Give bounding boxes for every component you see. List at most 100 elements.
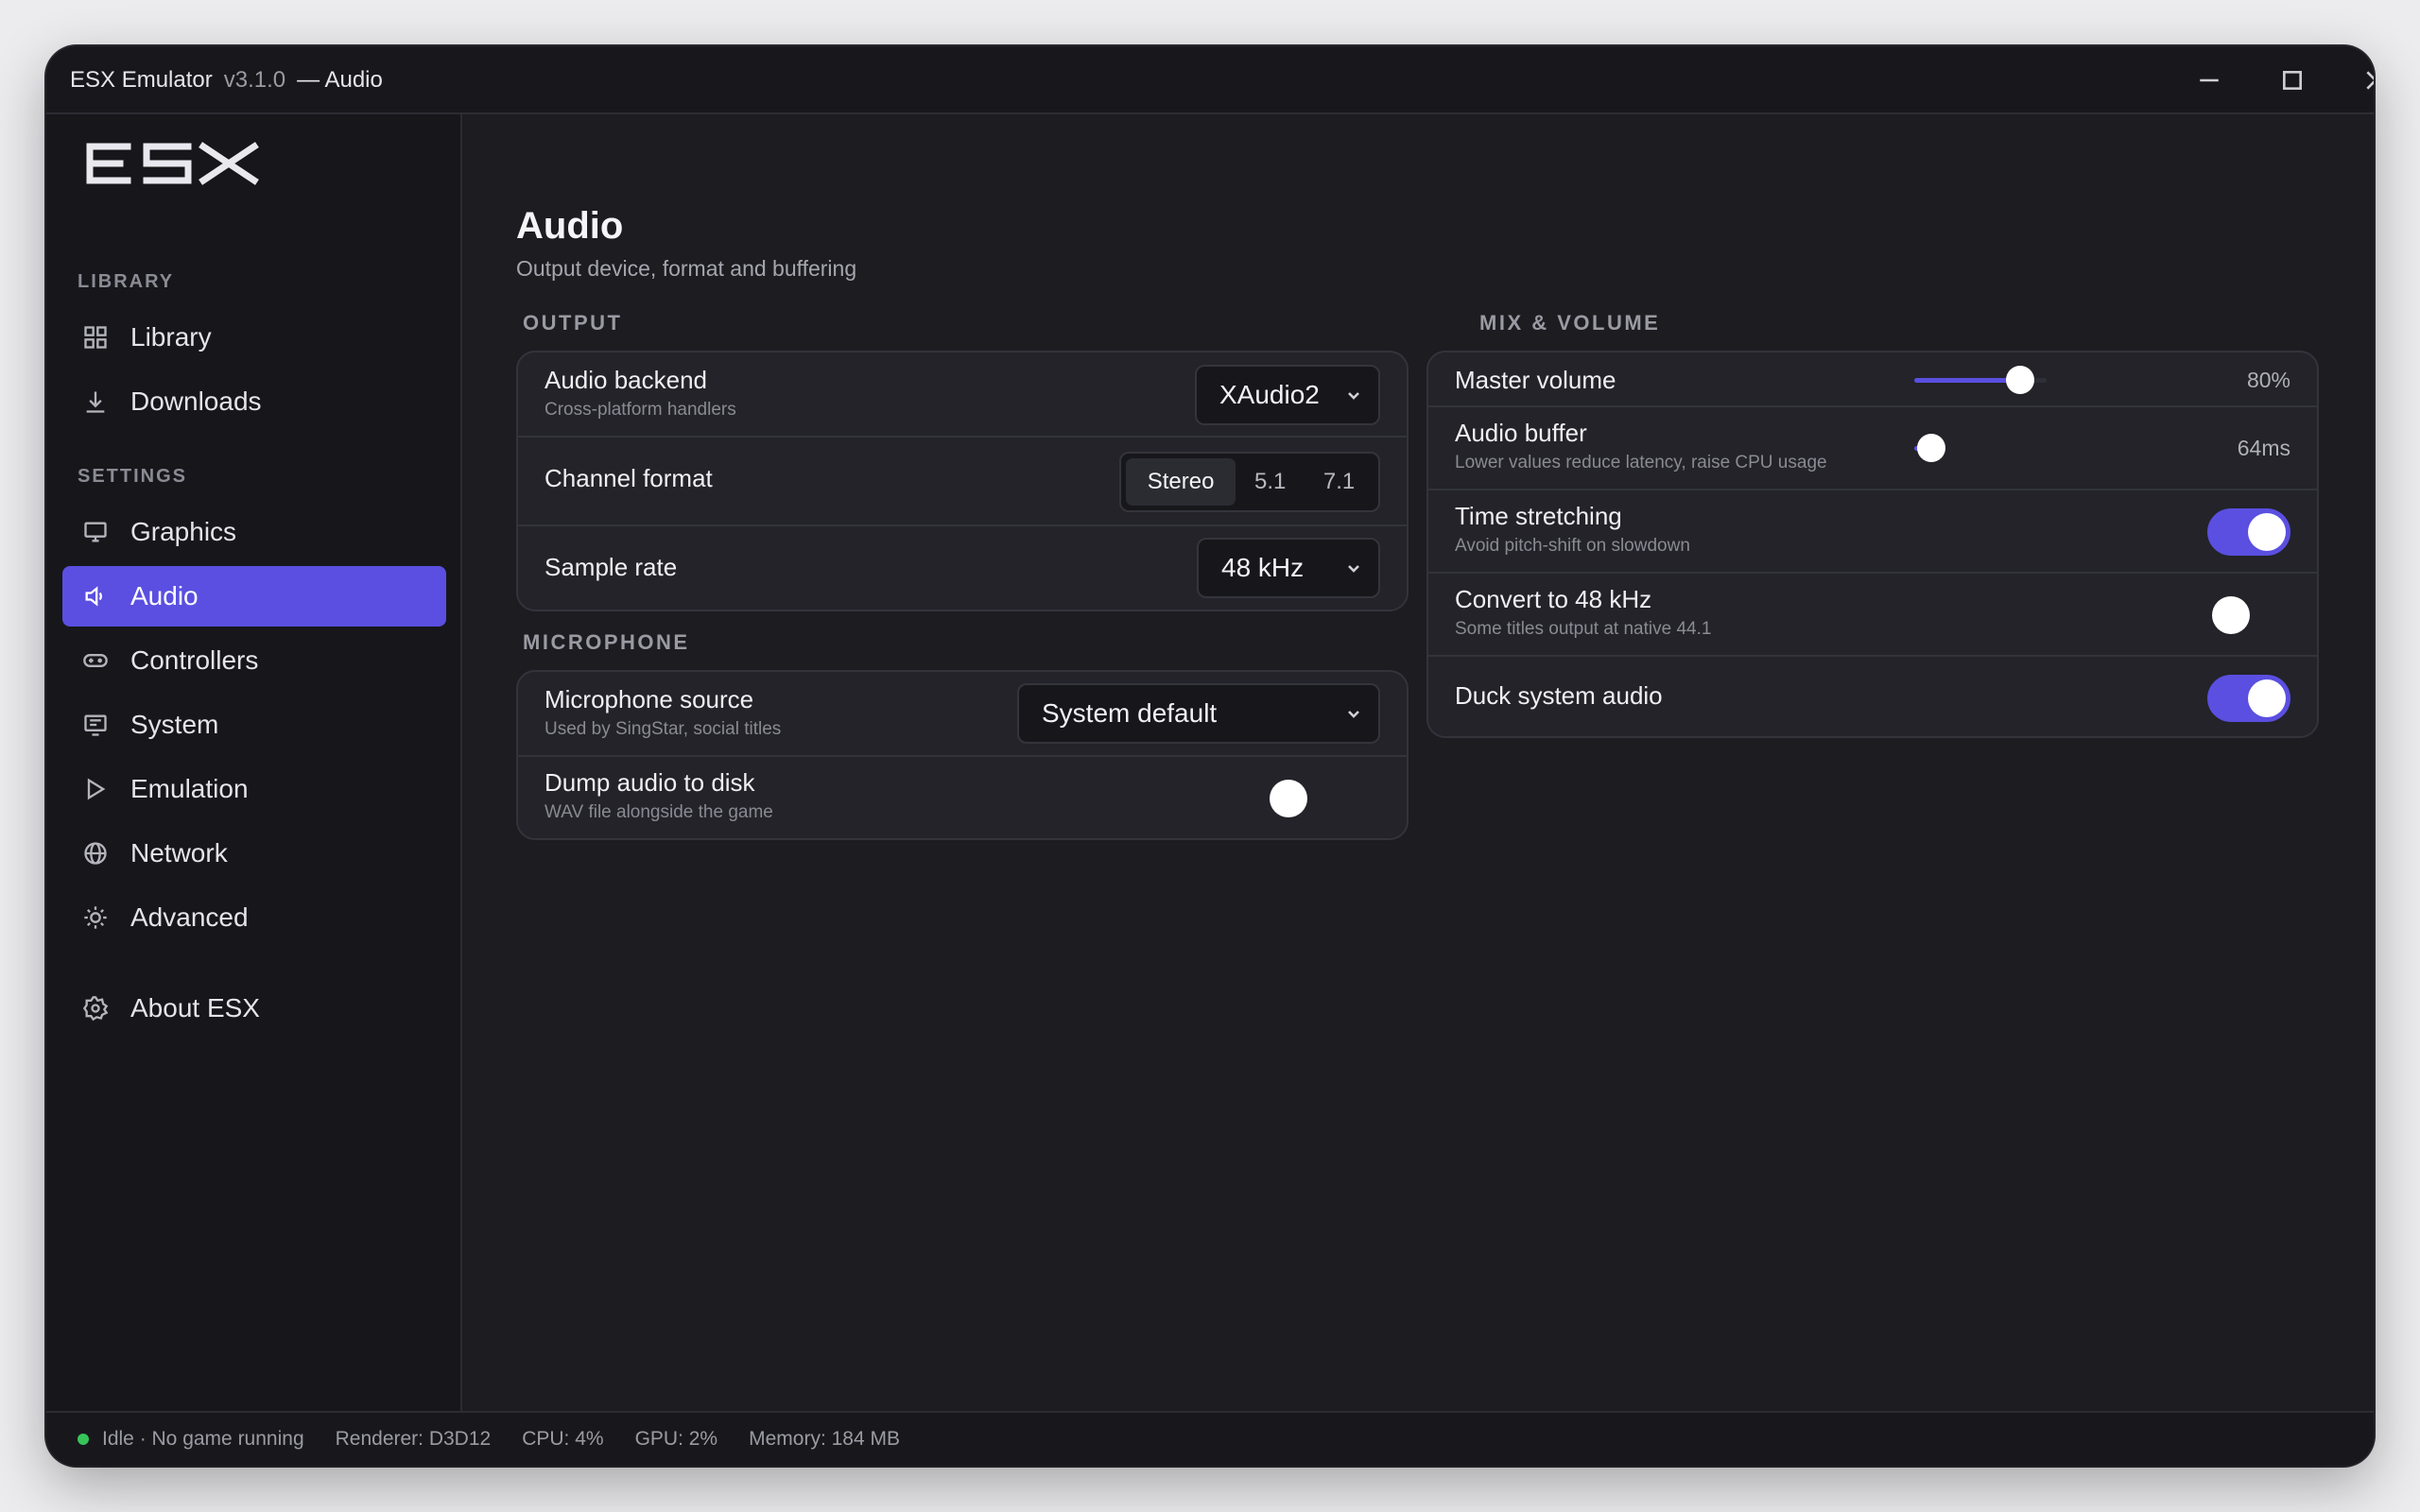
grid-icon (81, 323, 110, 352)
audio-backend-value: XAudio2 (1219, 380, 1320, 409)
master-volume-row: Master volume 80% (1428, 352, 2317, 407)
convert-48khz-row: Convert to 48 kHz Some titles output at … (1428, 574, 2317, 657)
dump-audio-row: Dump audio to disk WAV file alongside th… (518, 757, 1407, 838)
channel-format-segmented: Stereo 5.1 7.1 (1119, 452, 1380, 512)
sun-icon (81, 903, 110, 932)
audio-buffer-title: Audio buffer (1455, 419, 1587, 447)
mix-volume-section-label: MIX & VOLUME (1479, 311, 1661, 335)
status-indicator-icon (78, 1434, 89, 1445)
gamepad-icon (81, 646, 110, 675)
dump-audio-sub: WAV file alongside the game (544, 802, 773, 822)
maximize-button[interactable] (2258, 46, 2326, 114)
slider-thumb[interactable] (1917, 434, 1945, 462)
system-icon (81, 711, 110, 739)
sidebar-item-network[interactable]: Network (62, 823, 446, 884)
audio-buffer-value: 64ms (2237, 436, 2290, 460)
close-icon (2366, 71, 2374, 90)
app-window: ESX Emulator v3.1.0 — Audio LIBRARY Libr… (46, 46, 2374, 1466)
sidebar-item-graphics[interactable]: Graphics (62, 502, 446, 562)
gear-icon (81, 994, 110, 1022)
sidebar-item-downloads[interactable]: Downloads (62, 371, 446, 432)
time-stretching-toggle[interactable] (2207, 508, 2290, 556)
chevron-down-icon (1342, 384, 1365, 406)
channel-option-5-1[interactable]: 5.1 (1236, 458, 1305, 506)
sidebar: LIBRARY Library Downloads SETTINGS Graph… (46, 114, 462, 1411)
output-card: Audio backend Cross-platform handlers XA… (516, 351, 1409, 611)
audio-buffer-slider[interactable] (1914, 434, 2028, 462)
chevron-down-icon (1342, 557, 1365, 579)
settings-section-label: SETTINGS (78, 466, 188, 487)
mix-volume-card: Master volume 80% Audio buffer Lower val… (1426, 351, 2319, 738)
duck-audio-toggle[interactable] (2207, 675, 2290, 722)
sidebar-item-system[interactable]: System (62, 695, 446, 755)
duck-audio-row: Duck system audio (1428, 657, 2317, 736)
sample-rate-value: 48 kHz (1221, 553, 1305, 582)
microphone-source-value: System default (1042, 698, 1218, 728)
convert-48khz-sub: Some titles output at native 44.1 (1455, 619, 1712, 639)
status-text: Idle · No game running (102, 1428, 304, 1450)
cpu-usage: CPU: 4% (522, 1428, 604, 1450)
sidebar-item-label: Controllers (130, 645, 259, 675)
audio-backend-select[interactable]: XAudio2 (1195, 365, 1380, 425)
time-stretching-sub: Avoid pitch-shift on slowdown (1455, 536, 1690, 556)
time-stretching-row: Time stretching Avoid pitch-shift on slo… (1428, 490, 2317, 574)
audio-buffer-row: Audio buffer Lower values reduce latency… (1428, 407, 2317, 490)
slider-thumb[interactable] (2006, 366, 2034, 394)
output-section-label: OUTPUT (523, 311, 623, 335)
window-title: ESX Emulator v3.1.0 — Audio (70, 46, 383, 114)
sample-rate-row: Sample rate 48 kHz (518, 526, 1407, 610)
sidebar-item-label: Library (130, 322, 212, 352)
toggle-knob (1270, 780, 1307, 817)
library-section-label: LIBRARY (78, 271, 175, 292)
globe-icon (81, 839, 110, 868)
microphone-source-title: Microphone source (544, 685, 754, 713)
play-icon (81, 775, 110, 803)
channel-option-stereo[interactable]: Stereo (1126, 458, 1236, 506)
time-stretching-title: Time stretching (1455, 502, 1622, 530)
toggle-knob (2248, 513, 2286, 551)
close-button[interactable] (2342, 46, 2374, 114)
toggle-knob (2212, 596, 2250, 634)
sample-rate-select[interactable]: 48 kHz (1197, 538, 1380, 598)
microphone-source-row: Microphone source Used by SingStar, soci… (518, 672, 1407, 757)
page-title: Audio (516, 205, 624, 247)
speaker-icon (81, 582, 110, 610)
convert-48khz-toggle[interactable] (2207, 592, 2290, 639)
sidebar-item-controllers[interactable]: Controllers (62, 630, 446, 691)
chevron-down-icon (1342, 702, 1365, 725)
dump-audio-title: Dump audio to disk (544, 768, 755, 797)
dump-audio-toggle[interactable] (1265, 775, 1348, 822)
sidebar-item-audio[interactable]: Audio (62, 566, 446, 627)
channel-option-7-1[interactable]: 7.1 (1305, 458, 1374, 506)
sidebar-item-library[interactable]: Library (62, 307, 446, 368)
renderer-info: Renderer: D3D12 (335, 1428, 492, 1450)
microphone-source-select[interactable]: System default (1017, 683, 1380, 744)
title-bar: ESX Emulator v3.1.0 — Audio (46, 46, 2374, 114)
maximize-icon (2283, 71, 2302, 90)
slider-fill (1914, 378, 2020, 383)
sidebar-item-emulation[interactable]: Emulation (62, 759, 446, 819)
audio-backend-row: Audio backend Cross-platform handlers XA… (518, 352, 1407, 438)
toggle-knob (2248, 679, 2286, 717)
audio-backend-title: Audio backend (544, 366, 708, 394)
sidebar-item-label: Network (130, 838, 228, 868)
sidebar-item-label: Emulation (130, 774, 249, 803)
master-volume-slider[interactable] (1914, 366, 2047, 394)
monitor-icon (81, 518, 110, 546)
sidebar-item-label: Graphics (130, 517, 237, 546)
status-bar: Idle · No game running Renderer: D3D12 C… (46, 1411, 2374, 1466)
memory-usage: Memory: 184 MB (749, 1428, 900, 1450)
master-volume-value: 80% (2246, 368, 2290, 392)
sidebar-item-about[interactable]: About ESX (62, 978, 446, 1039)
microphone-section-label: MICROPHONE (523, 630, 690, 654)
minimize-button[interactable] (2175, 46, 2243, 114)
sample-rate-title: Sample rate (544, 553, 678, 581)
sidebar-item-label: System (130, 710, 219, 739)
sidebar-item-advanced[interactable]: Advanced (62, 887, 446, 948)
sidebar-item-label: About ESX (130, 993, 260, 1022)
master-volume-title: Master volume (1455, 366, 1616, 394)
sidebar-item-label: Advanced (130, 902, 249, 932)
channel-format-row: Channel format Stereo 5.1 7.1 (518, 438, 1407, 526)
sidebar-item-label: Downloads (130, 387, 262, 416)
gpu-usage: GPU: 2% (634, 1428, 718, 1450)
